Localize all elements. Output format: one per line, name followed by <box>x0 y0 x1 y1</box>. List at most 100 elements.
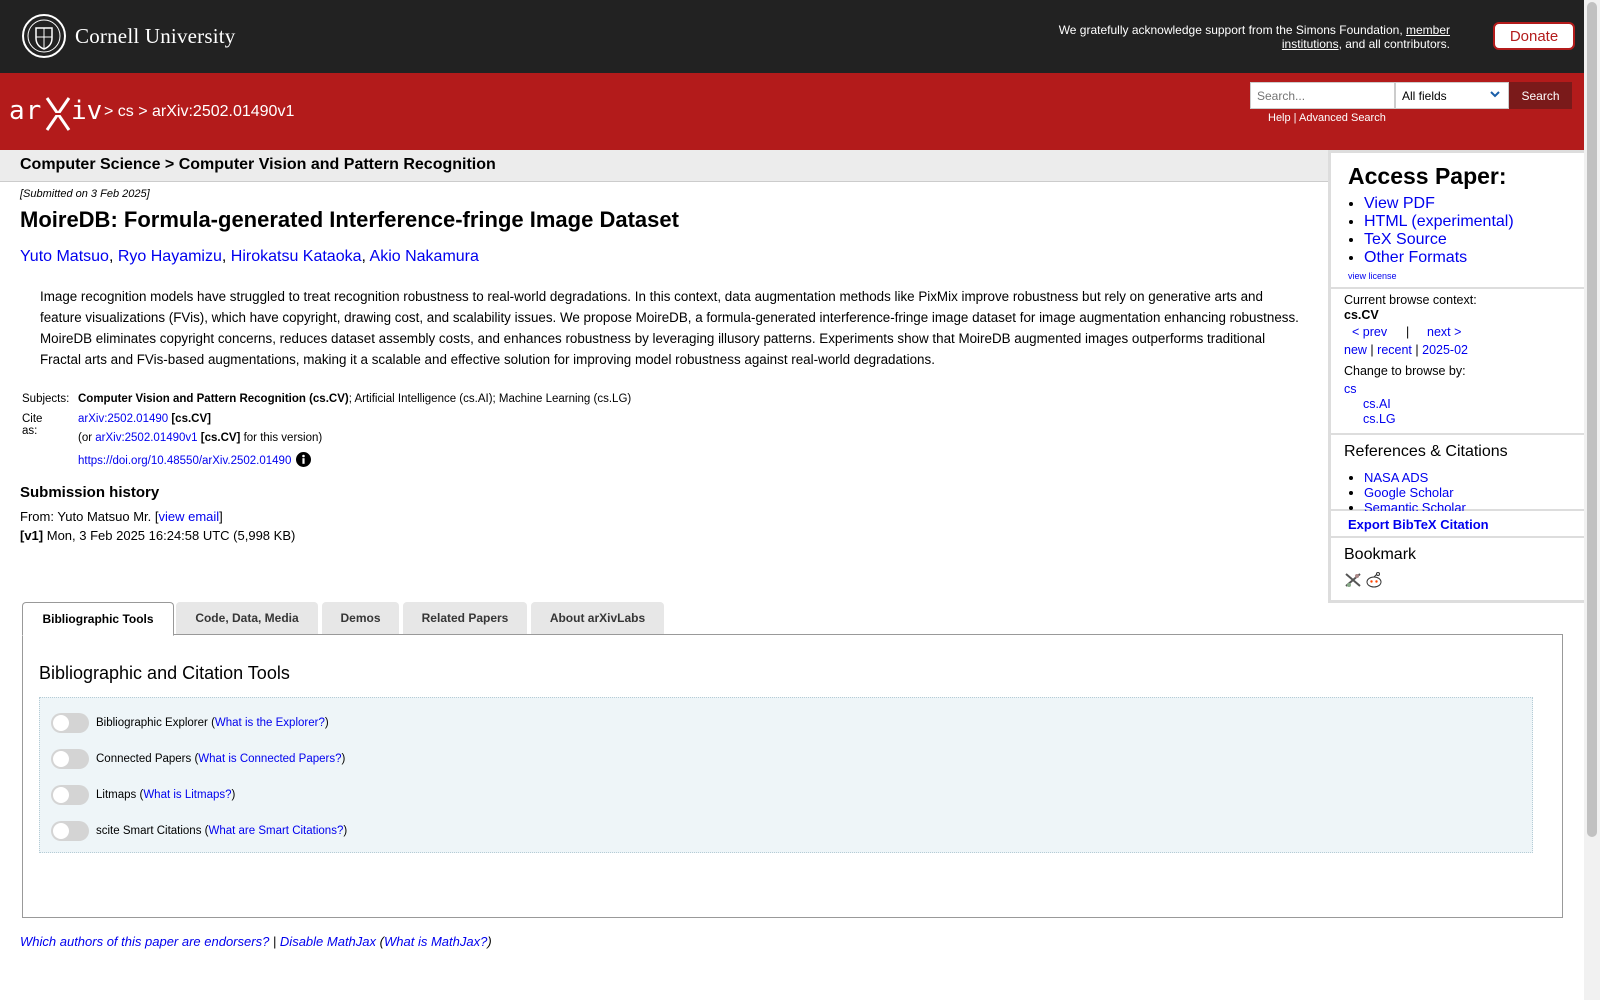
author-link[interactable]: Ryo Hayamizu <box>118 248 222 265</box>
sidebar: Access Paper: View PDF HTML (experimenta… <box>1328 150 1584 603</box>
html-link[interactable]: HTML (experimental) <box>1364 213 1514 230</box>
browse-context-label: Current browse context: <box>1344 293 1477 307</box>
recent-link[interactable]: recent <box>1377 343 1412 357</box>
cite-version-link[interactable]: arXiv:2502.01490v1 <box>95 432 197 444</box>
scrollbar[interactable] <box>1584 0 1600 1000</box>
tool-row: Litmaps (What is Litmaps?) <box>51 784 235 806</box>
svg-text:iv: iv <box>71 96 101 126</box>
reddit-icon[interactable] <box>1365 571 1383 589</box>
svg-text:ar: ar <box>9 96 42 126</box>
cornell-logo[interactable]: Cornell University <box>21 13 236 59</box>
separator: | <box>1415 343 1419 357</box>
scrollbar-thumb[interactable] <box>1587 2 1597 837</box>
prev-next-separator: | <box>1406 325 1410 339</box>
search-input[interactable] <box>1250 82 1395 109</box>
author-link[interactable]: Hirokatsu Kataoka <box>231 248 362 265</box>
tool-help-link[interactable]: What is Litmaps? <box>143 789 231 801</box>
tab-code-data-media[interactable]: Code, Data, Media <box>176 602 318 635</box>
litmaps-toggle[interactable] <box>51 785 89 805</box>
ack-suffix: , and all contributors. <box>1338 37 1450 51</box>
toggle-knob <box>53 787 69 803</box>
cite-id-link[interactable]: arXiv:2502.01490 <box>78 413 168 425</box>
tab-related-papers[interactable]: Related Papers <box>403 602 527 635</box>
primary-subject: Computer Vision and Pattern Recognition … <box>78 393 349 405</box>
advanced-search-link[interactable]: Advanced Search <box>1299 112 1386 124</box>
doi-link[interactable]: https://doi.org/10.48550/arXiv.2502.0149… <box>78 455 291 467</box>
toggle-knob <box>53 751 69 767</box>
tex-source-link[interactable]: TeX Source <box>1364 231 1447 248</box>
university-name: Cornell University <box>75 23 236 48</box>
separator: | <box>1370 343 1374 357</box>
author-separator: , <box>108 248 118 265</box>
new-link[interactable]: new <box>1344 343 1367 357</box>
cite-value: arXiv:2502.01490 [cs.CV] <box>78 413 211 425</box>
search-button[interactable]: Search <box>1509 82 1572 109</box>
access-item: HTML (experimental) <box>1364 213 1514 231</box>
what-is-mathjax-link[interactable]: What is MathJax? <box>384 934 487 949</box>
endorsers-link[interactable]: Which authors of this paper are endorser… <box>20 934 269 949</box>
author-separator: , <box>361 248 370 265</box>
nasa-ads-link[interactable]: NASA ADS <box>1364 470 1428 485</box>
access-links: View PDF HTML (experimental) TeX Source … <box>1364 195 1514 267</box>
tool-row: scite Smart Citations (What are Smart Ci… <box>51 820 347 842</box>
export-bibtex-link[interactable]: Export BibTeX Citation <box>1348 517 1489 532</box>
category-header: Computer Science > Computer Vision and P… <box>0 150 1328 182</box>
view-pdf-link[interactable]: View PDF <box>1364 195 1435 212</box>
view-license-link[interactable]: view license <box>1348 271 1397 281</box>
google-scholar-link[interactable]: Google Scholar <box>1364 485 1454 500</box>
bibsonomy-icon[interactable] <box>1344 571 1362 589</box>
scite-toggle[interactable] <box>51 821 89 841</box>
tab-demos[interactable]: Demos <box>322 602 399 635</box>
tool-help-link[interactable]: What is Connected Papers? <box>198 753 341 765</box>
reference-item: NASA ADS <box>1364 470 1466 485</box>
author-link[interactable]: Yuto Matsuo <box>20 248 109 265</box>
tool-name: Litmaps <box>96 789 137 801</box>
subjects-label: Subjects: <box>22 393 70 405</box>
bookmark-box: Bookmark <box>1331 538 1584 600</box>
connected-papers-toggle[interactable] <box>51 749 89 769</box>
help-separator: | <box>1290 112 1299 124</box>
view-email-link[interactable]: view email <box>158 509 219 524</box>
help-link[interactable]: Help <box>1268 112 1291 124</box>
browse-cs-lg-link[interactable]: cs.LG <box>1363 412 1396 426</box>
access-item: TeX Source <box>1364 231 1514 249</box>
version-date: Mon, 3 Feb 2025 16:24:58 UTC (5,998 KB) <box>43 528 296 543</box>
next-link[interactable]: next > <box>1427 325 1461 339</box>
tool-name: Connected Papers <box>96 753 192 765</box>
tool-help-link[interactable]: What is the Explorer? <box>215 717 325 729</box>
prev-link[interactable]: < prev <box>1352 325 1387 339</box>
search-field-value: All fields <box>1402 89 1447 103</box>
doi-value: https://doi.org/10.48550/arXiv.2502.0149… <box>78 451 312 467</box>
tool-name: scite Smart Citations <box>96 825 202 837</box>
bibliographic-explorer-toggle[interactable] <box>51 713 89 733</box>
access-item: Other Formats <box>1364 249 1514 267</box>
toggle-knob <box>53 715 69 731</box>
info-icon[interactable] <box>296 451 312 467</box>
tab-about-arxivlabs[interactable]: About arXivLabs <box>531 602 664 635</box>
submission-from: From: Yuto Matsuo Mr. [view email] <box>20 509 223 524</box>
cite-or: (or <box>78 432 96 444</box>
search-field-select[interactable]: All fields <box>1395 82 1509 109</box>
chevron-down-icon <box>1490 91 1500 98</box>
breadcrumb[interactable]: > cs > arXiv:2502.01490v1 <box>104 103 294 121</box>
arxiv-logo[interactable]: ar iv <box>9 92 101 134</box>
category-title: Computer Science > Computer Vision and P… <box>20 156 496 173</box>
disable-mathjax-link[interactable]: Disable MathJax <box>280 934 376 949</box>
tab-bibliographic-tools[interactable]: Bibliographic Tools <box>22 602 174 636</box>
tool-name: Bibliographic Explorer <box>96 717 208 729</box>
acknowledgement: We gratefully acknowledge support from t… <box>1030 23 1450 51</box>
browse-cs-ai-link[interactable]: cs.AI <box>1363 397 1391 411</box>
other-subjects: ; Artificial Intelligence (cs.AI); Machi… <box>348 393 632 405</box>
help-links: Help | Advanced Search <box>1268 112 1386 124</box>
paper-title: MoireDB: Formula-generated Interference-… <box>20 207 679 232</box>
author-link[interactable]: Akio Nakamura <box>370 248 479 265</box>
other-formats-link[interactable]: Other Formats <box>1364 249 1467 266</box>
abstract: Image recognition models have struggled … <box>40 289 1299 367</box>
cite-label: Cite as: <box>22 412 43 437</box>
donate-button[interactable]: Donate <box>1493 22 1575 50</box>
change-browse-label: Change to browse by: <box>1344 364 1466 378</box>
tool-help-link[interactable]: What are Smart Citations? <box>208 825 343 837</box>
month-link[interactable]: 2025-02 <box>1422 343 1468 357</box>
browse-cs-link[interactable]: cs <box>1344 382 1357 396</box>
cite-version-suffix: for this version) <box>240 432 323 444</box>
